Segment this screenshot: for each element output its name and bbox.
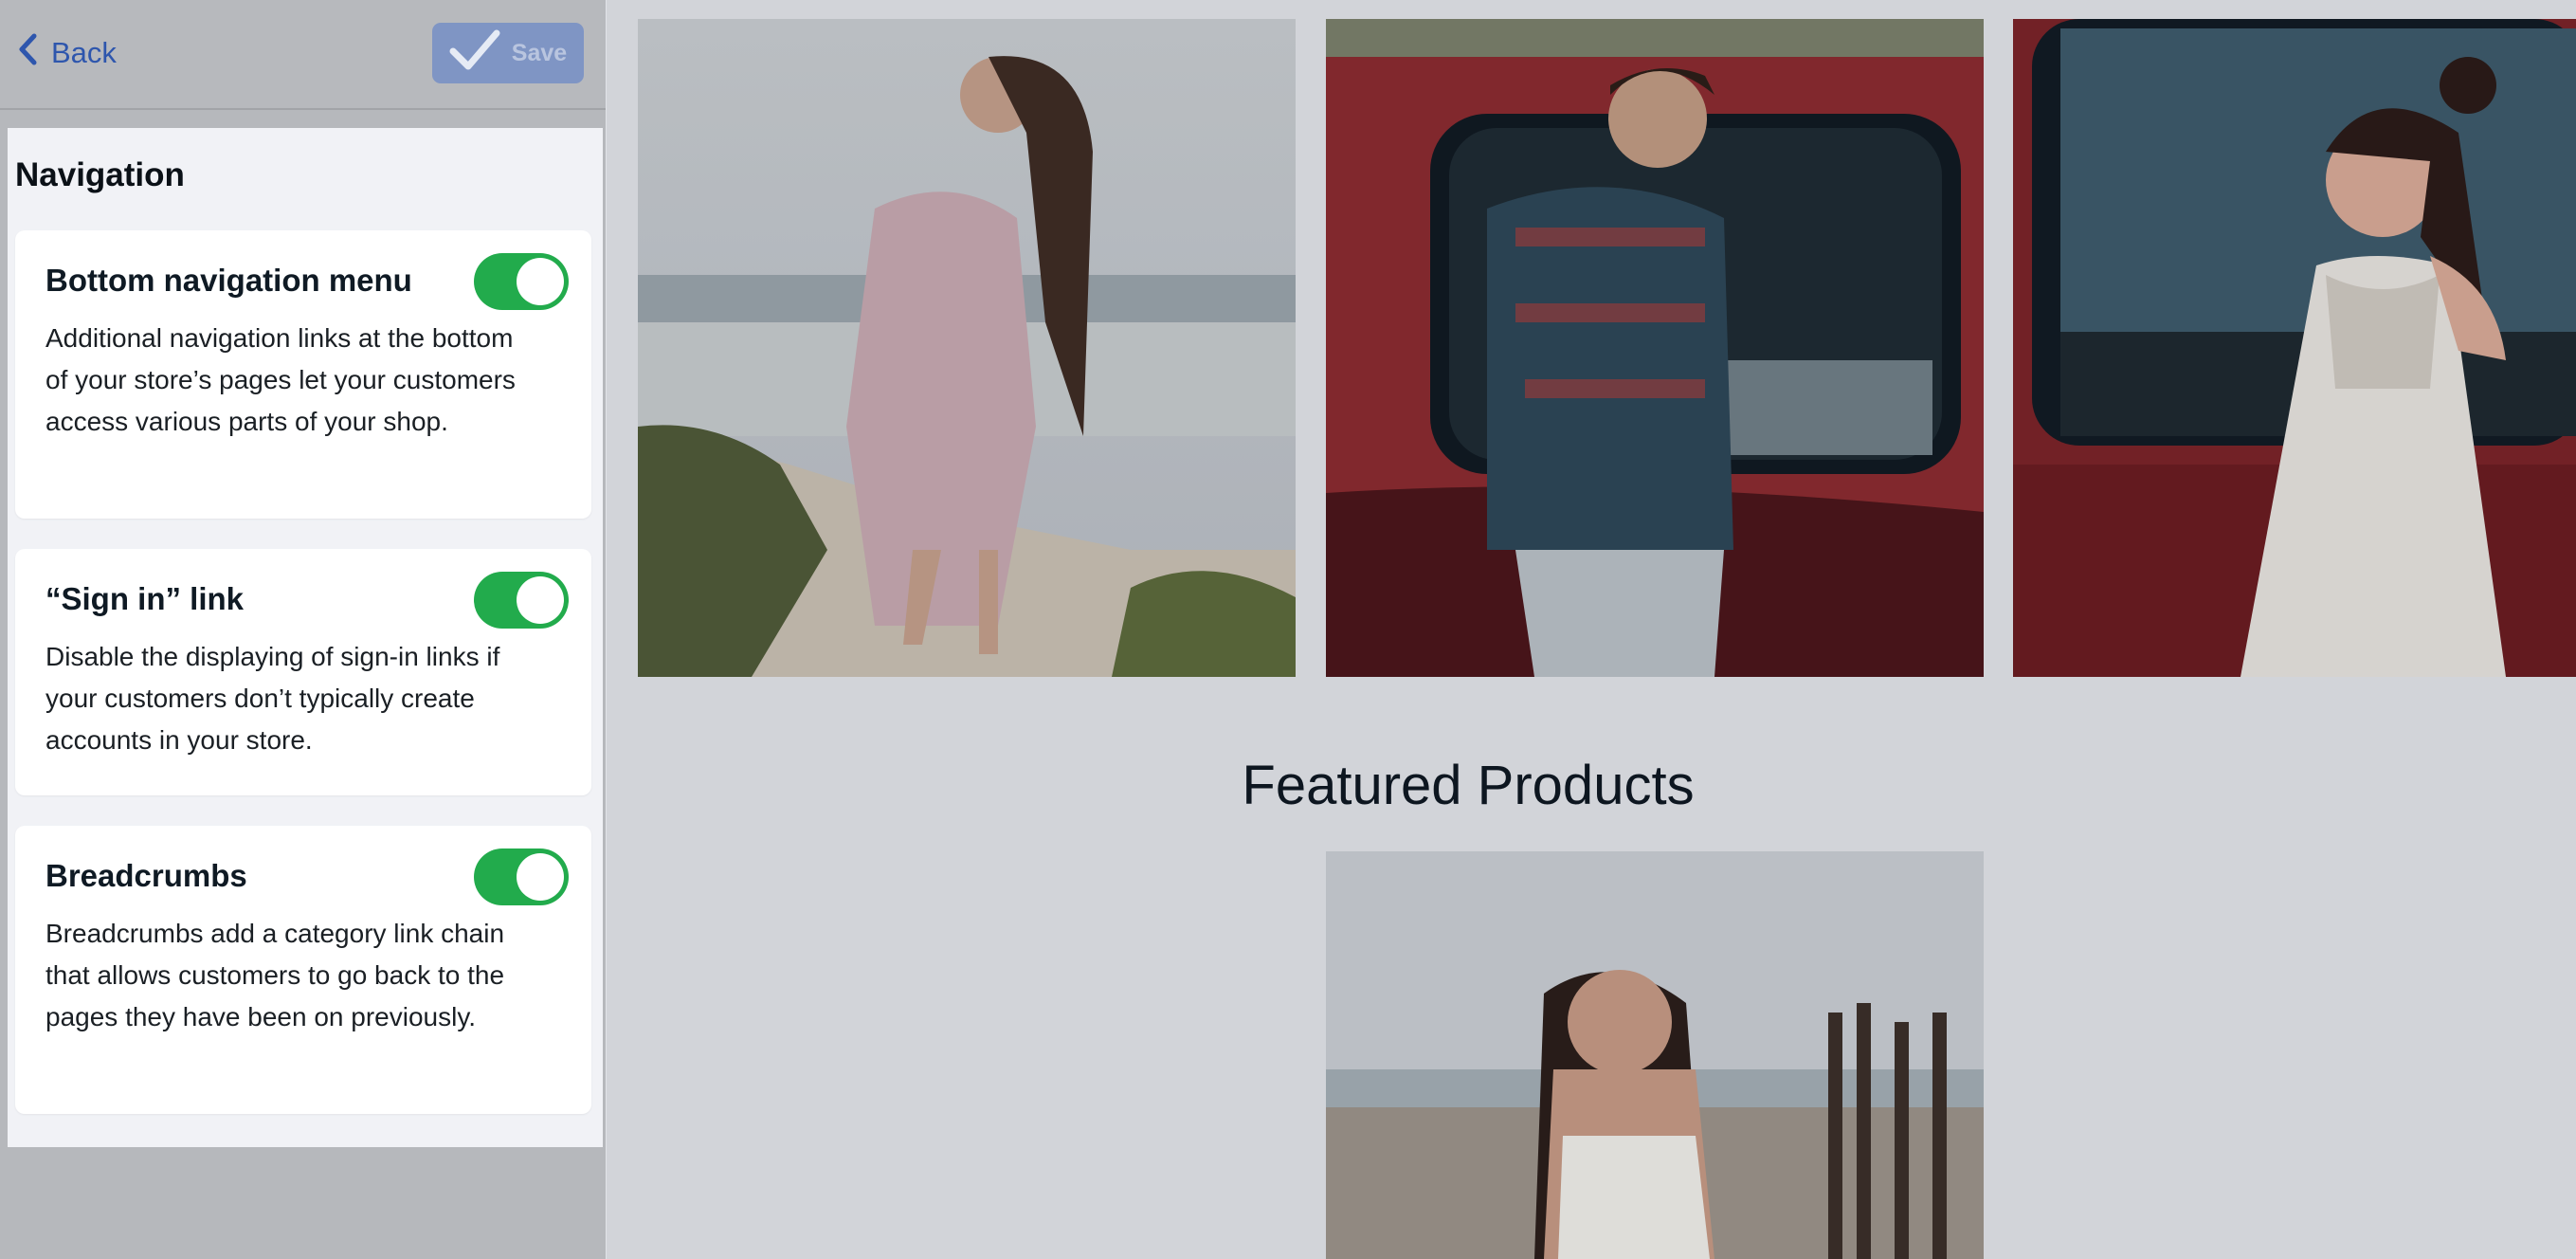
navigation-settings-panel: Navigation Bottom navigation menu Additi… xyxy=(8,128,603,1147)
product-photo-man-red-van[interactable] xyxy=(1326,19,1984,677)
setting-description: Additional navigation links at the botto… xyxy=(45,323,516,436)
breadcrumbs-toggle[interactable] xyxy=(474,848,569,905)
checkmark-icon xyxy=(449,28,500,79)
bottom-navigation-toggle[interactable] xyxy=(474,253,569,310)
setting-description: Disable the displaying of sign-in links … xyxy=(45,642,500,755)
setting-description: Breadcrumbs add a category link chain th… xyxy=(45,919,505,1031)
featured-products-heading: Featured Products xyxy=(1242,755,1695,816)
setting-title: Breadcrumbs xyxy=(45,858,247,893)
toggle-knob xyxy=(517,853,564,901)
save-label: Save xyxy=(511,39,568,66)
storefront-preview: Featured Products xyxy=(607,0,2576,1259)
chevron-left-icon xyxy=(17,33,38,73)
setting-title: “Sign in” link xyxy=(45,581,245,616)
featured-product-photo[interactable] xyxy=(1326,851,1984,1259)
section-title: Navigation xyxy=(15,156,185,193)
product-photo-beach-woman[interactable] xyxy=(638,19,1296,677)
product-photo-woman-white-dress[interactable] xyxy=(2013,19,2576,677)
setting-card-breadcrumbs: Breadcrumbs Breadcrumbs add a category l… xyxy=(15,826,591,1114)
settings-sidebar: Back Save Navigation Bottom navigation m… xyxy=(0,0,606,1259)
setting-card-bottom-navigation: Bottom navigation menu Additional naviga… xyxy=(15,230,591,519)
sidebar-toolbar: Back Save xyxy=(0,0,606,110)
sign-in-link-toggle[interactable] xyxy=(474,572,569,629)
back-label: Back xyxy=(51,36,117,69)
toggle-knob xyxy=(517,576,564,624)
save-button[interactable]: Save xyxy=(432,23,584,83)
setting-title: Bottom navigation menu xyxy=(45,263,412,298)
toggle-knob xyxy=(517,258,564,305)
back-button[interactable]: Back xyxy=(17,28,117,78)
setting-card-sign-in-link: “Sign in” link Disable the displaying of… xyxy=(15,549,591,795)
